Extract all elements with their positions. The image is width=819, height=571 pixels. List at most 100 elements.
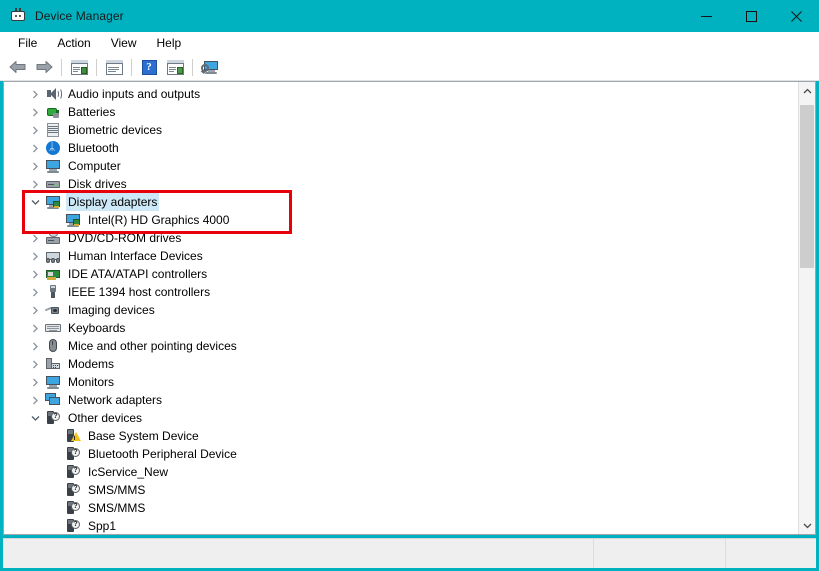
tree-item[interactable]: Modems (4, 355, 798, 373)
tree-item[interactable]: Computer (4, 157, 798, 175)
display-adapter-icon (65, 212, 81, 228)
tree-item[interactable]: Keyboards (4, 319, 798, 337)
tree-item[interactable]: Imaging devices (4, 301, 798, 319)
chevron-right-icon[interactable] (27, 355, 43, 373)
chevron-right-icon[interactable] (27, 301, 43, 319)
chevron-right-icon[interactable] (27, 103, 43, 121)
ieee1394-icon (45, 284, 61, 300)
tree-item[interactable]: Base System Device (4, 427, 798, 445)
scroll-up-button[interactable] (799, 82, 815, 99)
chevron-right-icon[interactable] (27, 175, 43, 193)
unknown-device-icon: ? (65, 446, 81, 462)
chevron-right-icon[interactable] (27, 283, 43, 301)
tree-item[interactable]: Human Interface Devices (4, 247, 798, 265)
modem-icon (45, 356, 61, 372)
menu-view[interactable]: View (101, 34, 147, 52)
tree-item-label: Spp1 (86, 517, 118, 534)
battery-icon (45, 104, 61, 120)
chevron-right-icon[interactable] (27, 121, 43, 139)
chevron-down-icon[interactable] (27, 409, 43, 427)
tree-item[interactable]: Intel(R) HD Graphics 4000 (4, 211, 798, 229)
tree-item[interactable]: Mice and other pointing devices (4, 337, 798, 355)
tree-item[interactable]: Display adapters (4, 193, 798, 211)
properties-icon (71, 60, 88, 75)
maximize-button[interactable] (729, 0, 774, 32)
tree-item-label: IEEE 1394 host controllers (66, 283, 212, 301)
tree-item-label: Display adapters (66, 193, 159, 211)
device-tree[interactable]: Audio inputs and outputsBatteriesBiometr… (4, 82, 798, 534)
tree-item[interactable]: ?Spp1 (4, 517, 798, 534)
chevron-right-icon[interactable] (27, 247, 43, 265)
close-button[interactable] (774, 0, 819, 32)
toolbar-separator (131, 59, 132, 76)
device-list-pane: Audio inputs and outputsBatteriesBiometr… (3, 81, 816, 535)
tree-item[interactable]: Network adapters (4, 391, 798, 409)
title-bar: Device Manager (0, 0, 819, 32)
tree-item-label: Biometric devices (66, 121, 164, 139)
help-button[interactable]: ? (136, 55, 162, 79)
tree-item[interactable]: ?Bluetooth Peripheral Device (4, 445, 798, 463)
hid-icon (45, 248, 61, 264)
tree-item[interactable]: Audio inputs and outputs (4, 85, 798, 103)
back-button[interactable] (5, 55, 31, 79)
scrollbar-track[interactable] (799, 99, 815, 517)
tree-item[interactable]: Biometric devices (4, 121, 798, 139)
help-icon: ? (142, 60, 157, 75)
tree-item-label: DVD/CD-ROM drives (66, 229, 183, 247)
chevron-right-icon[interactable] (27, 265, 43, 283)
menu-help[interactable]: Help (147, 34, 192, 52)
properties-button[interactable] (66, 55, 92, 79)
chevron-right-icon[interactable] (27, 391, 43, 409)
menu-file[interactable]: File (8, 34, 47, 52)
scroll-down-button[interactable] (799, 517, 815, 534)
tree-item-label: Network adapters (66, 391, 164, 409)
tree-item[interactable]: Disk drives (4, 175, 798, 193)
tree-item-label: IcService_New (86, 463, 170, 481)
monitor-scan-icon (201, 60, 219, 75)
scrollbar-thumb[interactable] (800, 105, 814, 268)
update-driver-button[interactable] (101, 55, 127, 79)
minimize-button[interactable] (684, 0, 729, 32)
speaker-icon (45, 86, 61, 102)
fingerprint-icon (45, 122, 61, 138)
show-hidden-devices-button[interactable] (197, 55, 223, 79)
tree-item[interactable]: ?SMS/MMS (4, 481, 798, 499)
menu-action[interactable]: Action (47, 34, 100, 52)
tree-item[interactable]: Batteries (4, 103, 798, 121)
tree-item-label: Mice and other pointing devices (66, 337, 239, 355)
forward-button[interactable] (31, 55, 57, 79)
menu-bar: File Action View Help (0, 32, 819, 54)
tree-item[interactable]: ?Other devices (4, 409, 798, 427)
tree-item[interactable]: IDE ATA/ATAPI controllers (4, 265, 798, 283)
tree-item-label: Batteries (66, 103, 117, 121)
tree-item[interactable]: IEEE 1394 host controllers (4, 283, 798, 301)
tree-item-label: Audio inputs and outputs (66, 85, 202, 103)
tree-item-label: Base System Device (86, 427, 201, 445)
chevron-right-icon[interactable] (27, 85, 43, 103)
unknown-device-icon: ? (65, 482, 81, 498)
chevron-right-icon[interactable] (27, 139, 43, 157)
tree-item-label: Imaging devices (66, 301, 157, 319)
toolbar-separator (96, 59, 97, 76)
tree-item[interactable]: ?SMS/MMS (4, 499, 798, 517)
status-pane-second (594, 539, 726, 568)
camera-icon (45, 302, 61, 318)
vertical-scrollbar[interactable] (798, 82, 815, 534)
network-adapter-icon (45, 392, 61, 408)
chevron-right-icon[interactable] (27, 373, 43, 391)
keyboard-icon (45, 320, 61, 336)
chevron-right-icon[interactable] (27, 229, 43, 247)
tree-item-label: IDE ATA/ATAPI controllers (66, 265, 209, 283)
chevron-down-icon[interactable] (27, 193, 43, 211)
scan-hardware-changes-button[interactable] (162, 55, 188, 79)
tree-item[interactable]: ᛦBluetooth (4, 139, 798, 157)
tree-item-label: Monitors (66, 373, 116, 391)
chevron-right-icon[interactable] (27, 157, 43, 175)
tree-item[interactable]: Monitors (4, 373, 798, 391)
chevron-right-icon[interactable] (27, 319, 43, 337)
cd-rom-icon (45, 230, 61, 246)
tree-item-label: SMS/MMS (86, 499, 147, 517)
tree-item[interactable]: DVD/CD-ROM drives (4, 229, 798, 247)
chevron-right-icon[interactable] (27, 337, 43, 355)
tree-item[interactable]: ?IcService_New (4, 463, 798, 481)
